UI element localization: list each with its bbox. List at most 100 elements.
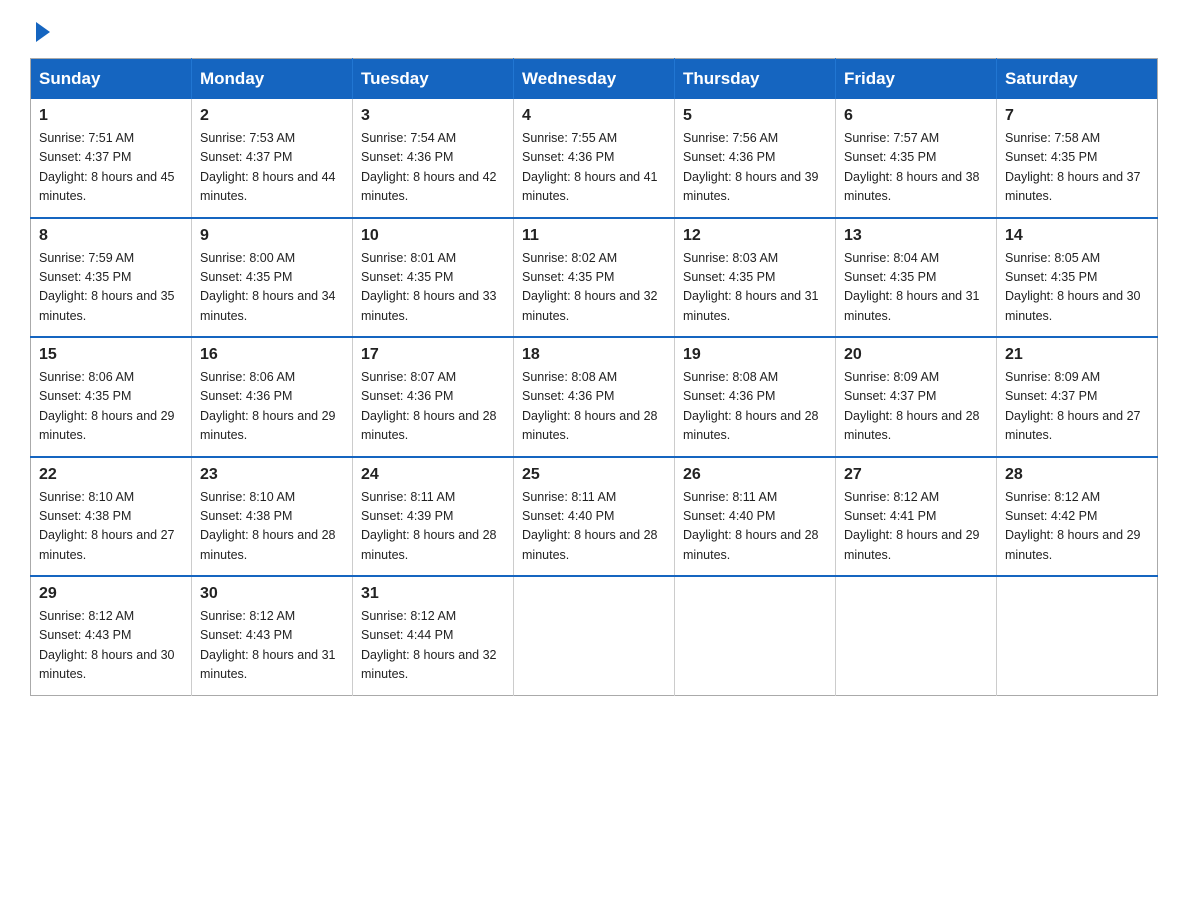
day-number: 10 <box>361 227 505 245</box>
day-info: Sunrise: 8:09 AMSunset: 4:37 PMDaylight:… <box>844 370 980 442</box>
calendar-table: SundayMondayTuesdayWednesdayThursdayFrid… <box>30 58 1158 696</box>
calendar-week-row: 15 Sunrise: 8:06 AMSunset: 4:35 PMDaylig… <box>31 337 1158 457</box>
day-info: Sunrise: 7:58 AMSunset: 4:35 PMDaylight:… <box>1005 131 1141 203</box>
day-number: 16 <box>200 346 344 364</box>
calendar-week-row: 1 Sunrise: 7:51 AMSunset: 4:37 PMDayligh… <box>31 99 1158 218</box>
day-info: Sunrise: 8:04 AMSunset: 4:35 PMDaylight:… <box>844 251 980 323</box>
calendar-week-row: 22 Sunrise: 8:10 AMSunset: 4:38 PMDaylig… <box>31 457 1158 577</box>
day-info: Sunrise: 8:12 AMSunset: 4:43 PMDaylight:… <box>39 609 175 681</box>
day-number: 21 <box>1005 346 1149 364</box>
day-number: 4 <box>522 107 666 125</box>
calendar-cell: 13 Sunrise: 8:04 AMSunset: 4:35 PMDaylig… <box>836 218 997 338</box>
calendar-week-row: 29 Sunrise: 8:12 AMSunset: 4:43 PMDaylig… <box>31 576 1158 695</box>
calendar-cell: 28 Sunrise: 8:12 AMSunset: 4:42 PMDaylig… <box>997 457 1158 577</box>
day-info: Sunrise: 7:56 AMSunset: 4:36 PMDaylight:… <box>683 131 819 203</box>
day-info: Sunrise: 7:51 AMSunset: 4:37 PMDaylight:… <box>39 131 175 203</box>
calendar-cell: 9 Sunrise: 8:00 AMSunset: 4:35 PMDayligh… <box>192 218 353 338</box>
day-number: 28 <box>1005 466 1149 484</box>
calendar-cell: 12 Sunrise: 8:03 AMSunset: 4:35 PMDaylig… <box>675 218 836 338</box>
day-info: Sunrise: 7:57 AMSunset: 4:35 PMDaylight:… <box>844 131 980 203</box>
day-info: Sunrise: 8:12 AMSunset: 4:44 PMDaylight:… <box>361 609 497 681</box>
calendar-cell: 11 Sunrise: 8:02 AMSunset: 4:35 PMDaylig… <box>514 218 675 338</box>
calendar-cell <box>675 576 836 695</box>
day-number: 9 <box>200 227 344 245</box>
calendar-cell: 16 Sunrise: 8:06 AMSunset: 4:36 PMDaylig… <box>192 337 353 457</box>
calendar-cell: 21 Sunrise: 8:09 AMSunset: 4:37 PMDaylig… <box>997 337 1158 457</box>
col-header-monday: Monday <box>192 59 353 100</box>
calendar-cell: 23 Sunrise: 8:10 AMSunset: 4:38 PMDaylig… <box>192 457 353 577</box>
calendar-cell: 3 Sunrise: 7:54 AMSunset: 4:36 PMDayligh… <box>353 99 514 218</box>
day-info: Sunrise: 7:55 AMSunset: 4:36 PMDaylight:… <box>522 131 658 203</box>
day-info: Sunrise: 8:00 AMSunset: 4:35 PMDaylight:… <box>200 251 336 323</box>
day-info: Sunrise: 8:01 AMSunset: 4:35 PMDaylight:… <box>361 251 497 323</box>
day-info: Sunrise: 8:02 AMSunset: 4:35 PMDaylight:… <box>522 251 658 323</box>
day-number: 30 <box>200 585 344 603</box>
day-info: Sunrise: 8:08 AMSunset: 4:36 PMDaylight:… <box>522 370 658 442</box>
day-number: 12 <box>683 227 827 245</box>
day-info: Sunrise: 7:54 AMSunset: 4:36 PMDaylight:… <box>361 131 497 203</box>
calendar-cell <box>997 576 1158 695</box>
day-info: Sunrise: 8:10 AMSunset: 4:38 PMDaylight:… <box>200 490 336 562</box>
calendar-cell: 7 Sunrise: 7:58 AMSunset: 4:35 PMDayligh… <box>997 99 1158 218</box>
calendar-cell: 5 Sunrise: 7:56 AMSunset: 4:36 PMDayligh… <box>675 99 836 218</box>
col-header-wednesday: Wednesday <box>514 59 675 100</box>
day-number: 18 <box>522 346 666 364</box>
calendar-cell: 29 Sunrise: 8:12 AMSunset: 4:43 PMDaylig… <box>31 576 192 695</box>
calendar-cell: 20 Sunrise: 8:09 AMSunset: 4:37 PMDaylig… <box>836 337 997 457</box>
col-header-tuesday: Tuesday <box>353 59 514 100</box>
day-info: Sunrise: 8:10 AMSunset: 4:38 PMDaylight:… <box>39 490 175 562</box>
day-number: 23 <box>200 466 344 484</box>
day-info: Sunrise: 8:11 AMSunset: 4:40 PMDaylight:… <box>522 490 658 562</box>
day-number: 31 <box>361 585 505 603</box>
calendar-cell: 30 Sunrise: 8:12 AMSunset: 4:43 PMDaylig… <box>192 576 353 695</box>
day-number: 14 <box>1005 227 1149 245</box>
day-number: 13 <box>844 227 988 245</box>
calendar-cell: 19 Sunrise: 8:08 AMSunset: 4:36 PMDaylig… <box>675 337 836 457</box>
day-info: Sunrise: 8:12 AMSunset: 4:43 PMDaylight:… <box>200 609 336 681</box>
day-info: Sunrise: 8:06 AMSunset: 4:36 PMDaylight:… <box>200 370 336 442</box>
day-info: Sunrise: 8:05 AMSunset: 4:35 PMDaylight:… <box>1005 251 1141 323</box>
day-info: Sunrise: 7:59 AMSunset: 4:35 PMDaylight:… <box>39 251 175 323</box>
calendar-cell <box>836 576 997 695</box>
day-number: 29 <box>39 585 183 603</box>
day-number: 5 <box>683 107 827 125</box>
col-header-thursday: Thursday <box>675 59 836 100</box>
day-info: Sunrise: 8:07 AMSunset: 4:36 PMDaylight:… <box>361 370 497 442</box>
calendar-cell: 4 Sunrise: 7:55 AMSunset: 4:36 PMDayligh… <box>514 99 675 218</box>
day-number: 3 <box>361 107 505 125</box>
day-number: 25 <box>522 466 666 484</box>
day-number: 20 <box>844 346 988 364</box>
day-number: 1 <box>39 107 183 125</box>
page-header <box>30 20 1158 40</box>
day-number: 8 <box>39 227 183 245</box>
calendar-cell: 17 Sunrise: 8:07 AMSunset: 4:36 PMDaylig… <box>353 337 514 457</box>
day-info: Sunrise: 8:11 AMSunset: 4:40 PMDaylight:… <box>683 490 819 562</box>
col-header-friday: Friday <box>836 59 997 100</box>
calendar-cell: 27 Sunrise: 8:12 AMSunset: 4:41 PMDaylig… <box>836 457 997 577</box>
calendar-cell: 6 Sunrise: 7:57 AMSunset: 4:35 PMDayligh… <box>836 99 997 218</box>
calendar-cell: 18 Sunrise: 8:08 AMSunset: 4:36 PMDaylig… <box>514 337 675 457</box>
logo <box>30 20 50 40</box>
calendar-cell: 26 Sunrise: 8:11 AMSunset: 4:40 PMDaylig… <box>675 457 836 577</box>
col-header-sunday: Sunday <box>31 59 192 100</box>
calendar-header-row: SundayMondayTuesdayWednesdayThursdayFrid… <box>31 59 1158 100</box>
day-number: 19 <box>683 346 827 364</box>
calendar-cell: 1 Sunrise: 7:51 AMSunset: 4:37 PMDayligh… <box>31 99 192 218</box>
day-number: 7 <box>1005 107 1149 125</box>
calendar-cell: 25 Sunrise: 8:11 AMSunset: 4:40 PMDaylig… <box>514 457 675 577</box>
day-info: Sunrise: 8:09 AMSunset: 4:37 PMDaylight:… <box>1005 370 1141 442</box>
calendar-cell: 24 Sunrise: 8:11 AMSunset: 4:39 PMDaylig… <box>353 457 514 577</box>
day-number: 6 <box>844 107 988 125</box>
day-number: 26 <box>683 466 827 484</box>
col-header-saturday: Saturday <box>997 59 1158 100</box>
day-info: Sunrise: 8:06 AMSunset: 4:35 PMDaylight:… <box>39 370 175 442</box>
day-info: Sunrise: 8:11 AMSunset: 4:39 PMDaylight:… <box>361 490 497 562</box>
day-number: 22 <box>39 466 183 484</box>
calendar-week-row: 8 Sunrise: 7:59 AMSunset: 4:35 PMDayligh… <box>31 218 1158 338</box>
logo-top <box>30 20 50 42</box>
day-number: 17 <box>361 346 505 364</box>
calendar-cell: 2 Sunrise: 7:53 AMSunset: 4:37 PMDayligh… <box>192 99 353 218</box>
day-number: 27 <box>844 466 988 484</box>
calendar-cell: 8 Sunrise: 7:59 AMSunset: 4:35 PMDayligh… <box>31 218 192 338</box>
day-info: Sunrise: 8:12 AMSunset: 4:41 PMDaylight:… <box>844 490 980 562</box>
